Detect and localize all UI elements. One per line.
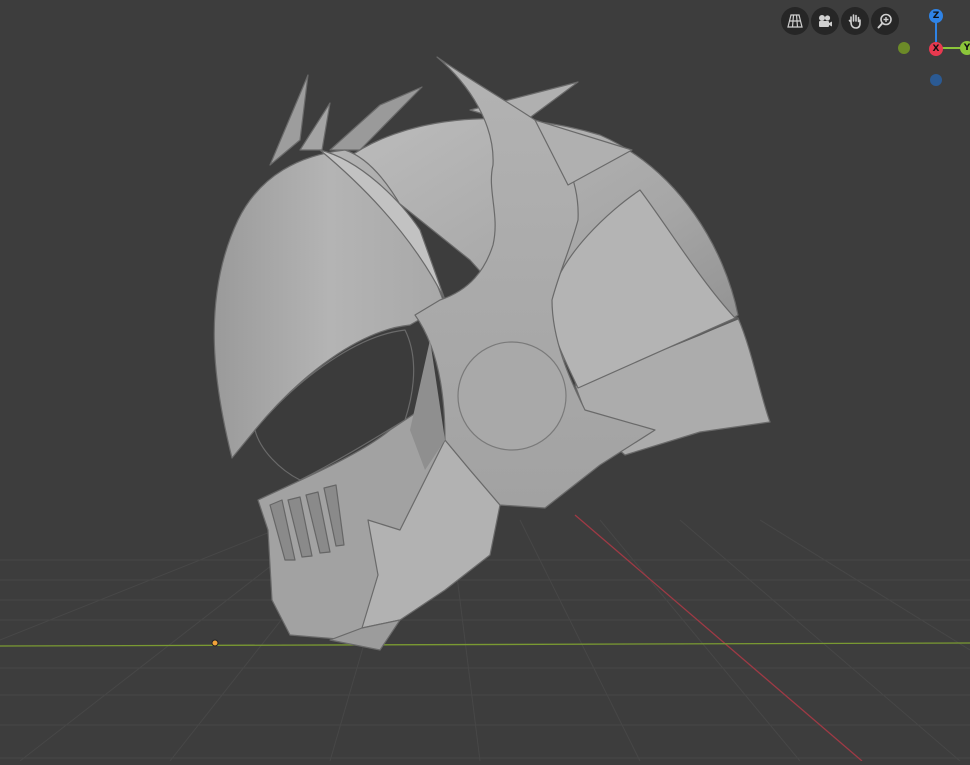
toggle-grid-view-button[interactable] (781, 7, 809, 35)
3d-viewport[interactable]: Z X Y (0, 0, 970, 762)
x-axis-button[interactable]: X (929, 42, 943, 56)
pan-view-button[interactable] (841, 7, 869, 35)
orientation-gizmo[interactable]: Z X Y (890, 0, 970, 95)
helmet-mesh[interactable] (213, 56, 771, 651)
side-disc-detail (457, 341, 567, 451)
negative-z-axis-button[interactable] (930, 74, 942, 86)
object-origin-dot[interactable] (211, 639, 219, 647)
toggle-camera-view-button[interactable] (811, 7, 839, 35)
scene-canvas[interactable] (0, 0, 970, 762)
y-axis-button[interactable]: Y (960, 41, 970, 55)
negative-y-axis-button[interactable] (898, 42, 910, 54)
x-axis-line (574, 514, 863, 762)
hand-icon (848, 14, 861, 29)
camera-icon (819, 15, 832, 27)
grid-perspective-icon (787, 14, 803, 28)
z-axis-button[interactable]: Z (929, 9, 943, 23)
